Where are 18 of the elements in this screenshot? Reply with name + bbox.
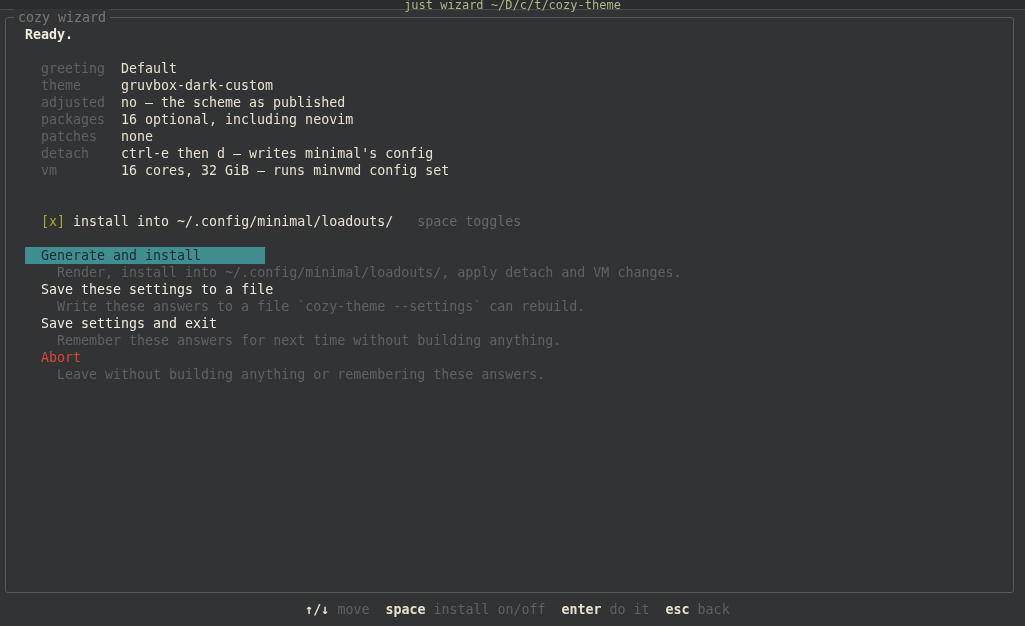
field-value: no — the scheme as published — [121, 94, 346, 111]
panel-title: cozy wizard — [14, 9, 111, 26]
field-value: 16 cores, 32 GiB — runs minvmd config set — [121, 162, 450, 179]
menu-item[interactable]: Save settings and exit — [25, 315, 265, 332]
menu-item[interactable]: Save these settings to a file — [25, 281, 274, 298]
field-value: 16 optional, including neovim — [121, 111, 354, 128]
field-value: ctrl-e then d — writes minimal's config — [121, 145, 434, 162]
field-value: gruvbox-dark-custom — [121, 77, 274, 94]
shortcut-key: space — [385, 601, 426, 618]
shortcut-key: esc — [665, 601, 690, 618]
menu-item[interactable]: Generate and install — [25, 247, 265, 264]
shortcut-key: ↑/↓ — [305, 601, 330, 618]
field-value: Default — [121, 60, 178, 77]
checkbox-label[interactable]: install into ~/.config/minimal/loadouts/ — [73, 213, 394, 230]
checkbox[interactable]: [x] — [41, 213, 66, 230]
shortcut-key: enter — [561, 601, 602, 618]
field-value: none — [121, 128, 154, 145]
status-text: Ready. — [25, 26, 75, 43]
